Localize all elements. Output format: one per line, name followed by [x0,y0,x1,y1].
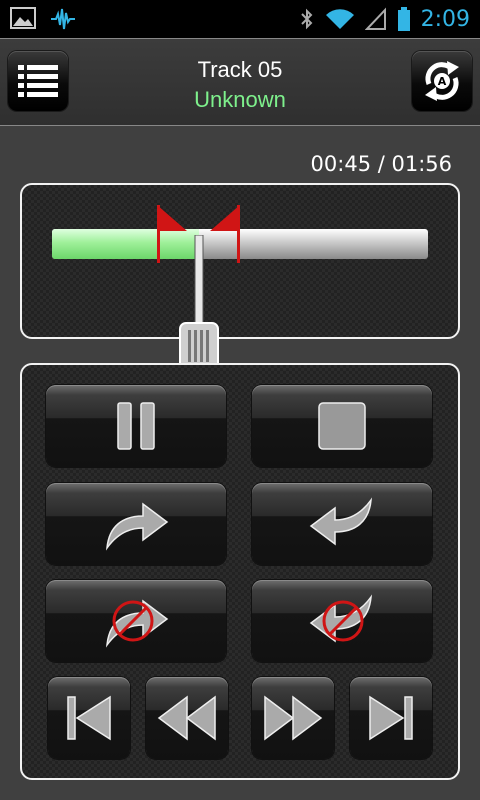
artist-name: Unknown [194,87,286,112]
wifi-icon [325,9,354,29]
curved-arrow-right-icon [106,502,169,551]
curved-arrow-right-disabled-icon [106,599,169,648]
battery-icon [397,7,410,31]
skip-previous-icon [67,695,111,741]
forward-jump-disabled-button[interactable] [46,580,226,662]
forward-jump-button[interactable] [46,483,226,565]
svg-text:A: A [438,75,447,88]
rewind-icon [157,695,216,741]
status-bar: 2:09 [0,0,480,38]
stop-button[interactable] [252,385,432,467]
curved-arrow-left-icon [309,497,372,546]
signal-icon [364,7,386,30]
rewind-button[interactable] [146,677,228,759]
previous-track-button[interactable] [48,677,130,759]
seek-thumb[interactable] [178,235,219,369]
time-display: 00:45 / 01:56 [310,152,452,176]
next-track-button[interactable] [350,677,432,759]
back-jump-button[interactable] [252,483,432,565]
waveform-notification-icon [51,8,75,30]
skip-next-icon [369,695,413,741]
pause-button[interactable] [46,385,226,467]
fast-forward-button[interactable] [252,677,334,759]
track-title: Track 05 [197,57,283,82]
stop-icon [318,402,366,450]
header-bar: Track 05 Unknown A [0,38,480,126]
controls-panel [20,363,460,780]
seek-bar[interactable] [52,229,428,259]
back-jump-disabled-button[interactable] [252,580,432,662]
pause-icon [117,402,155,450]
curved-arrow-left-disabled-icon [309,594,372,643]
gallery-notification-icon [10,7,36,29]
fast-forward-icon [264,695,323,741]
bluetooth-icon [300,8,313,30]
ab-repeat-button[interactable]: A [412,51,472,111]
ab-repeat-icon: A [425,61,459,101]
clock: 2:09 [420,6,470,32]
seek-panel [20,183,460,369]
